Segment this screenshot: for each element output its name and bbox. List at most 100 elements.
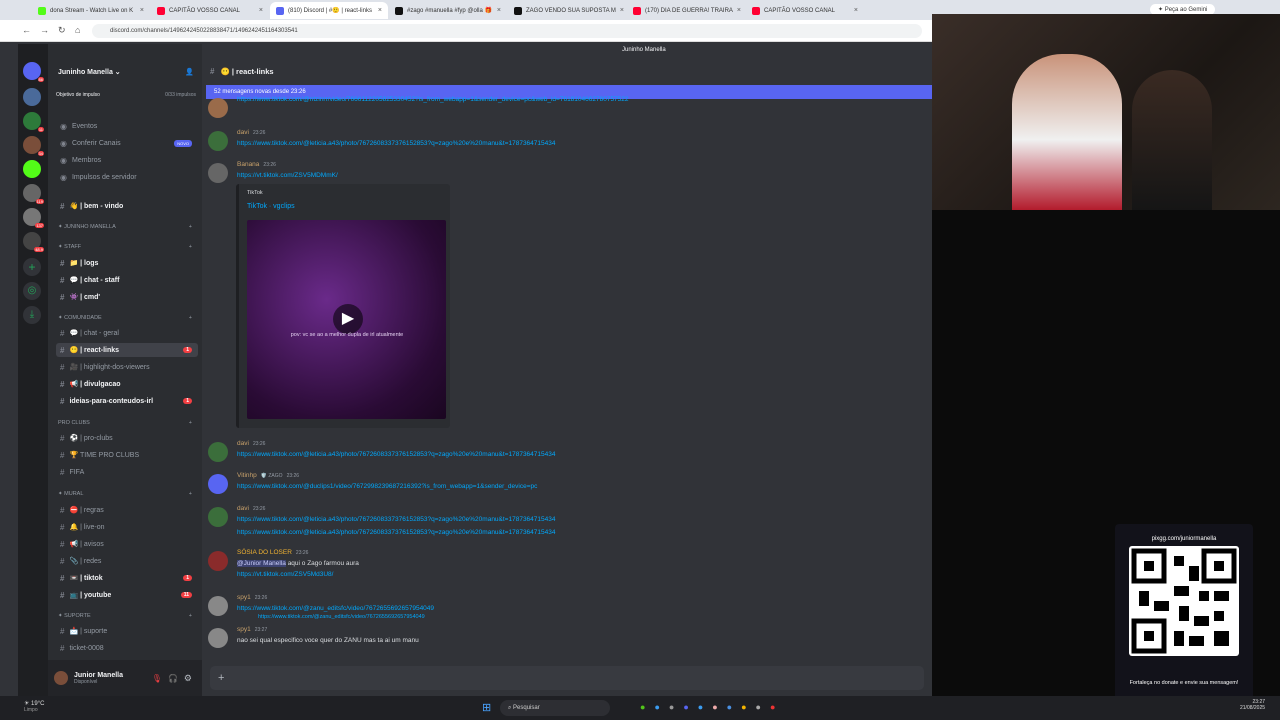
add-channel-icon[interactable]: + xyxy=(189,244,192,250)
category-header[interactable]: ✦ SUPORTE + xyxy=(58,613,192,619)
add-channel-icon[interactable]: + xyxy=(189,420,192,426)
app-icon[interactable]: ● xyxy=(640,702,645,712)
channel-item[interactable]: # 📢 | avisos xyxy=(56,537,198,551)
explore-icon[interactable]: ◎ xyxy=(23,282,41,300)
settings-gear-icon[interactable]: ⚙ xyxy=(184,673,192,684)
server-icon[interactable] xyxy=(23,160,41,178)
channel-item[interactable]: # FIFA xyxy=(56,465,198,479)
message-link[interactable]: https://www.tiktok.com/@leticia.a43/phot… xyxy=(237,529,555,536)
close-icon[interactable]: × xyxy=(737,7,741,14)
avatar[interactable] xyxy=(208,442,228,462)
channel-item[interactable]: # 🎥 | highlight-dos-viewers xyxy=(56,360,198,374)
attach-icon[interactable]: + xyxy=(218,672,224,684)
back-icon[interactable]: ← xyxy=(22,25,31,35)
add-server-icon[interactable]: + xyxy=(23,258,41,276)
close-icon[interactable]: × xyxy=(497,7,501,14)
add-channel-icon[interactable]: + xyxy=(189,491,192,497)
message-link[interactable]: https://www.tiktok.com/@leticia.a43/phot… xyxy=(237,516,555,523)
reply-preview[interactable]: https://www.tiktok.com/@zanu_editsfc/vid… xyxy=(258,614,425,620)
server-icon[interactable]: 137 xyxy=(23,208,44,228)
app-icon[interactable]: ● xyxy=(727,702,732,712)
channel-item[interactable]: # 📺 | youtube 11 xyxy=(56,588,198,602)
message-link[interactable]: https://www.tiktok.com/@duclips1/video/7… xyxy=(237,483,537,490)
home-icon[interactable]: ⌂ xyxy=(75,25,80,35)
browser-tab[interactable]: CAPITÃO VOSSO CANAL × xyxy=(151,2,269,19)
channel-item[interactable]: ◉ Impulsos de servidor xyxy=(56,170,198,184)
server-icon[interactable]: 48.9 xyxy=(23,232,44,252)
avatar[interactable] xyxy=(208,163,228,183)
channel-item[interactable]: # 🏆 TIME PRO CLUBS xyxy=(56,448,198,462)
channel-item[interactable]: # 💬 | chat - geral xyxy=(56,326,198,340)
avatar[interactable] xyxy=(208,98,228,118)
browser-tab[interactable]: CAPITÃO VOSSO CANAL × xyxy=(746,2,864,19)
avatar[interactable] xyxy=(208,131,228,151)
channel-item[interactable]: # 🔔 | live-on xyxy=(56,520,198,534)
app-icon[interactable]: ● xyxy=(770,702,775,712)
message-author[interactable]: SÓSIA DO LOSER 23:26 xyxy=(237,549,308,556)
message-link[interactable]: https://vt.tiktok.com/ZSV5Md3U8/ xyxy=(237,571,333,578)
message-author[interactable]: Vitinhp 🛡️ ZAGO 23:26 xyxy=(237,472,299,479)
channel-item[interactable]: ◉ Membros xyxy=(56,153,198,167)
server-name-header[interactable]: Juninho Manella ⌄ 👤 xyxy=(48,62,202,82)
channel-item[interactable]: # 📼 | tiktok 1 xyxy=(56,571,198,585)
add-channel-icon[interactable]: + xyxy=(189,613,192,619)
close-icon[interactable]: × xyxy=(140,7,144,14)
channel-item[interactable]: # ⛔ | regras xyxy=(56,503,198,517)
reload-icon[interactable]: ↻ xyxy=(58,25,66,36)
dm-home-icon[interactable]: 86 xyxy=(23,62,44,82)
message-composer[interactable]: + xyxy=(210,666,924,690)
avatar[interactable] xyxy=(208,596,228,616)
browser-tab[interactable]: #zago #manuella #fyp @olla 🎁 × xyxy=(389,2,507,19)
channel-item[interactable]: # ideias-para-conteudos-irl 1 xyxy=(56,394,198,408)
category-header[interactable]: ✦ MURAL + xyxy=(58,491,192,497)
avatar[interactable] xyxy=(208,507,228,527)
app-icon[interactable]: ● xyxy=(698,702,703,712)
message-author[interactable]: davi 23:26 xyxy=(237,505,265,512)
mention[interactable]: @Junior Manella xyxy=(237,560,286,567)
avatar[interactable] xyxy=(54,671,68,685)
channel-item[interactable]: # 👾 | cmd' xyxy=(56,290,198,304)
close-icon[interactable]: × xyxy=(378,7,382,14)
boost-goal[interactable]: Objetivo de impulso 0/33 impulsos xyxy=(56,92,196,98)
avatar[interactable] xyxy=(208,551,228,571)
embed-title[interactable]: TikTok · vgclips xyxy=(247,203,295,210)
server-icon[interactable] xyxy=(23,88,41,106)
chrome-icon[interactable]: ● xyxy=(741,702,746,712)
add-channel-icon[interactable]: + xyxy=(189,224,192,230)
avatar[interactable] xyxy=(208,628,228,648)
clock[interactable]: 23:27 21/08/2025 xyxy=(1240,699,1265,711)
weather-widget[interactable]: ☀ 19°C Limpo xyxy=(24,700,44,713)
channel-item[interactable]: # 📎 | redes xyxy=(56,554,198,568)
taskbar-search[interactable]: ⌕ Pesquisar xyxy=(500,700,610,716)
message-author[interactable]: davi 23:26 xyxy=(237,129,265,136)
close-icon[interactable]: × xyxy=(854,7,858,14)
channel-item[interactable]: # 👋 | bem - vindo xyxy=(56,199,198,213)
add-channel-icon[interactable]: + xyxy=(189,315,192,321)
message-link[interactable]: https://vt.tiktok.com/ZSV5MDMmK/ xyxy=(237,172,338,179)
channel-item[interactable]: ◉ Eventos xyxy=(56,119,198,133)
browser-tab[interactable]: ZAGO VENDO SUA SUPOSTA M × xyxy=(508,2,626,19)
message-author[interactable]: Banana 23:26 xyxy=(237,161,276,168)
download-icon[interactable]: ⤓ xyxy=(23,306,41,324)
channel-item[interactable]: # 📢 | divulgacao xyxy=(56,377,198,391)
url-field[interactable]: discord.com/channels/1496242450228838471… xyxy=(92,24,922,38)
channel-item[interactable]: # ⚽ | pro-clubs xyxy=(56,431,198,445)
channel-item[interactable]: # ticket-0008 xyxy=(56,641,198,655)
category-header[interactable]: Pro clubs + xyxy=(58,420,192,426)
browser-tab[interactable]: (170) DIA DE GUERRA! TRAIRA × xyxy=(627,2,745,19)
server-icon[interactable]: 34 xyxy=(23,136,44,156)
forward-icon[interactable]: → xyxy=(40,25,49,35)
app-icon[interactable]: ● xyxy=(756,702,761,712)
channel-item[interactable]: ◉ Conferir Canais NOVO xyxy=(56,136,198,150)
message-link[interactable]: https://www.tiktok.com/@zanu_editsfc/vid… xyxy=(237,605,434,612)
category-header[interactable]: ✦ STAFF + xyxy=(58,244,192,250)
app-icon[interactable]: ● xyxy=(712,702,717,712)
server-icon[interactable]: 11 xyxy=(23,112,44,132)
category-header[interactable]: ✦ JUNINHO MANELLA + xyxy=(58,224,192,230)
mute-icon[interactable]: 🎙 xyxy=(152,674,162,683)
deafen-icon[interactable]: 🎧 xyxy=(168,674,178,683)
message-link[interactable]: https://www.tiktok.com/@leticia.a43/phot… xyxy=(237,140,555,147)
message-author[interactable]: spy1 23:27 xyxy=(237,626,267,633)
play-icon[interactable]: ▶ xyxy=(333,304,363,334)
message-link[interactable]: https://www.tiktok.com/@ntzinrr/video/76… xyxy=(237,96,629,103)
